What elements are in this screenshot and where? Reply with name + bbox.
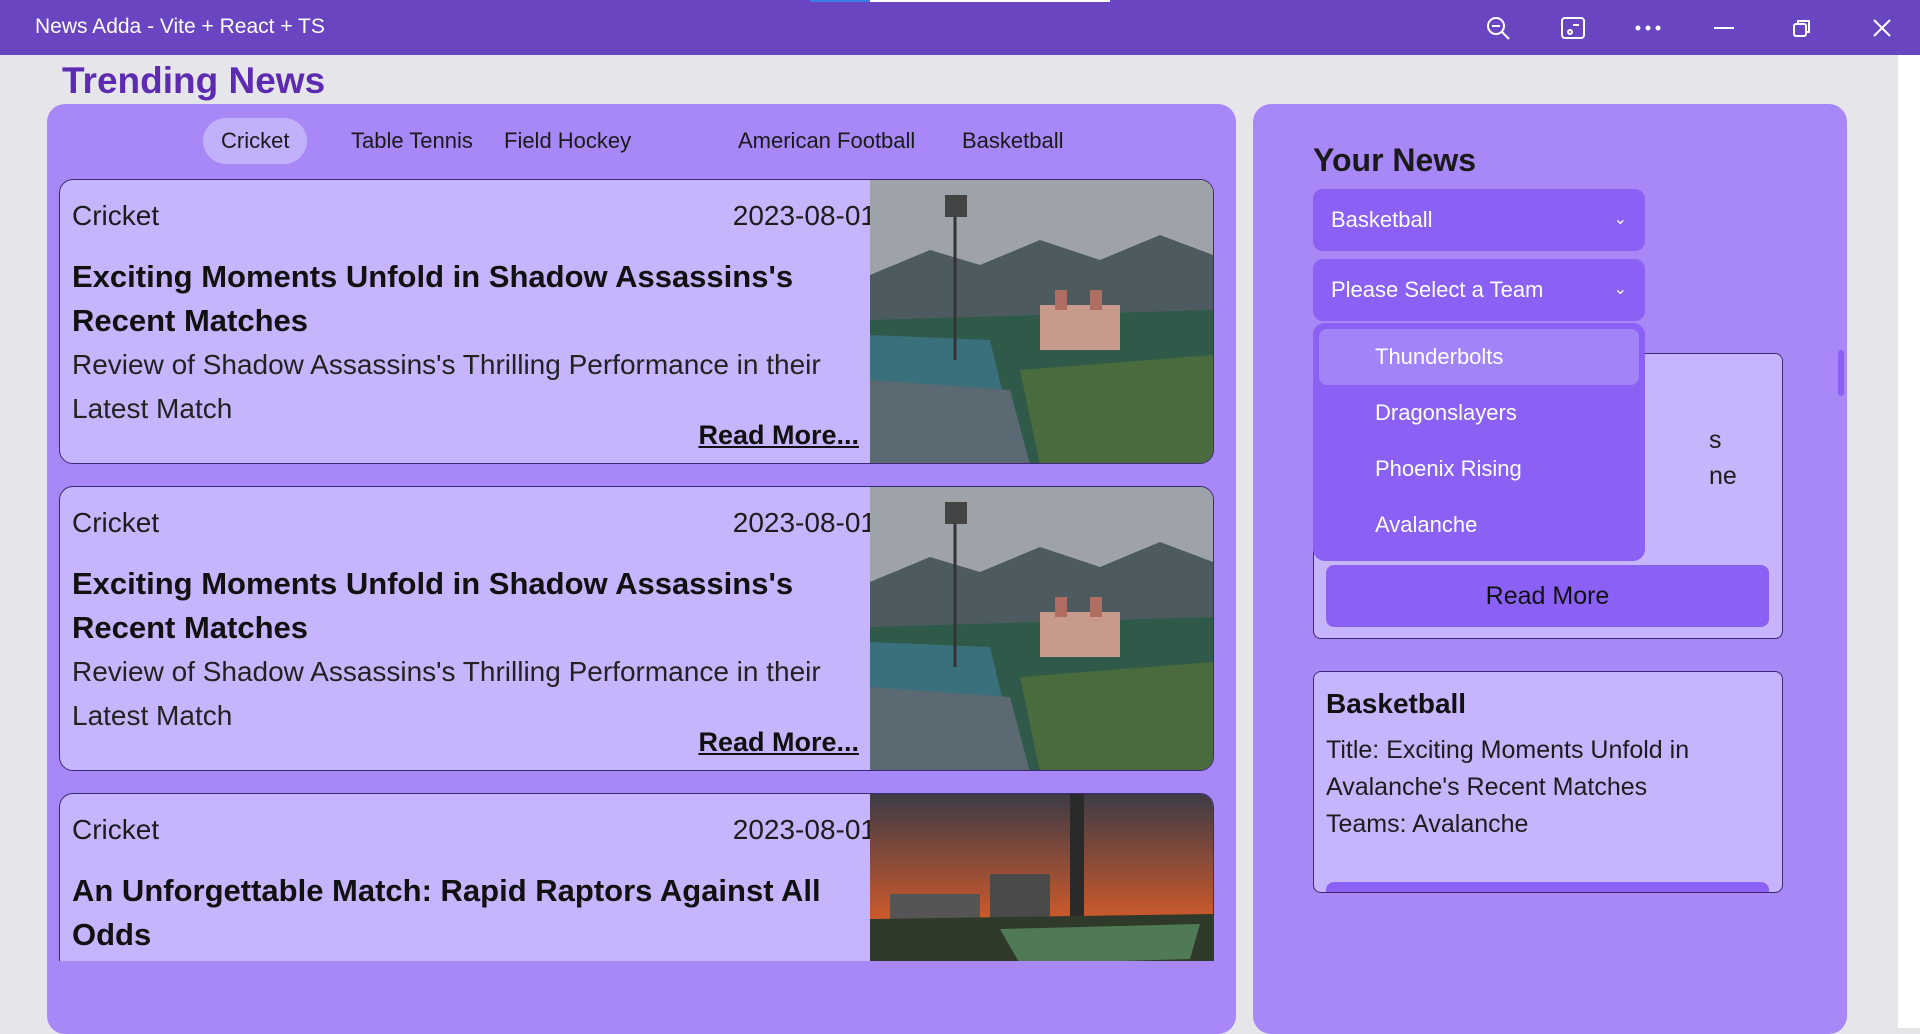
news-list[interactable]: Cricket 2023-08-01 Exciting Moments Unfo…	[59, 179, 1217, 961]
news-category: Cricket	[72, 200, 160, 231]
sport-select-value: Basketball	[1331, 207, 1433, 232]
cast-icon[interactable]	[1557, 12, 1589, 44]
window-title: News Adda - Vite + React + TS	[35, 15, 325, 38]
restore-icon[interactable]	[1786, 12, 1818, 44]
tab-strip-active	[870, 0, 1110, 2]
read-more-button[interactable]: Read More	[1326, 565, 1769, 627]
news-date: 2023-08-01	[732, 814, 876, 845]
card-text-fragment: ne	[1709, 462, 1737, 490]
stadium-photo	[870, 487, 1213, 770]
news-category: Cricket	[72, 814, 160, 845]
zoom-icon[interactable]	[1482, 12, 1514, 44]
news-headline: Exciting Moments Unfold in Shadow Assass…	[72, 566, 794, 645]
news-description: Review of Shadow Assassins's Thrilling P…	[72, 656, 821, 731]
window-scrollbar-track[interactable]	[1898, 55, 1920, 1028]
your-news-scrollbar[interactable]	[1838, 350, 1844, 396]
trending-news-panel: Cricket Table Tennis Field Hockey Americ…	[47, 104, 1279, 1034]
your-news-card: Basketball Title: Exciting Moments Unfol…	[1313, 671, 1783, 893]
news-headline: An Unforgettable Match: Rapid Raptors Ag…	[72, 873, 821, 952]
news-card: Cricket 2023-08-01 Exciting Moments Unfo…	[59, 486, 1214, 771]
news-headline: Exciting Moments Unfold in Shadow Assass…	[72, 259, 794, 338]
card-sport: Basketball	[1326, 688, 1467, 719]
card-teams-line: Teams: Avalanche	[1326, 810, 1529, 838]
team-option-thunderbolts[interactable]: Thunderbolts	[1319, 329, 1639, 385]
tab-field-hockey[interactable]: Field Hockey	[486, 118, 649, 164]
more-icon[interactable]	[1632, 12, 1664, 44]
read-more-button[interactable]	[1326, 882, 1769, 892]
chevron-down-icon: ⌄	[1613, 211, 1627, 228]
page-title: Trending News	[62, 60, 326, 101]
news-card: Cricket 2023-08-01 An Unforgettable Matc…	[59, 793, 1214, 961]
news-date: 2023-08-01	[732, 507, 876, 538]
team-option-dragonslayers[interactable]: Dragonslayers	[1319, 385, 1639, 441]
tab-cricket[interactable]: Cricket	[203, 118, 308, 164]
minimize-icon[interactable]	[1708, 12, 1740, 44]
team-select[interactable]: Please Select a Team ⌄	[1313, 259, 1645, 321]
news-card: Cricket 2023-08-01 Exciting Moments Unfo…	[59, 179, 1214, 464]
card-title-line: Title: Exciting Moments Unfold in Avalan…	[1326, 736, 1690, 801]
title-bar: News Adda - Vite + React + TS	[0, 0, 1920, 55]
stadium-photo	[870, 180, 1213, 463]
tab-strip-accent	[810, 0, 870, 2]
sunset-stadium-photo	[870, 794, 1213, 961]
tab-table-tennis[interactable]: Table Tennis	[333, 118, 491, 164]
card-text-fragment: s	[1709, 426, 1722, 454]
sport-select[interactable]: Basketball ⌄	[1313, 189, 1645, 251]
news-date: 2023-08-01	[732, 200, 876, 231]
read-more-link[interactable]: Read More...	[698, 727, 859, 758]
close-icon[interactable]	[1866, 12, 1898, 44]
read-more-link[interactable]: Read More...	[698, 420, 859, 451]
your-news-title: Your News	[1313, 142, 1476, 178]
team-option-phoenix-rising[interactable]: Phoenix Rising	[1319, 441, 1639, 497]
tab-basketball[interactable]: Basketball	[944, 118, 1082, 164]
your-news-panel: Your News Basketball ⌄ Please Select a T…	[1253, 104, 1847, 1034]
team-option-avalanche[interactable]: Avalanche	[1319, 497, 1639, 553]
sport-tabs: Cricket Table Tennis Field Hockey Americ…	[47, 118, 1236, 166]
team-dropdown-menu: Thunderbolts Dragonslayers Phoenix Risin…	[1313, 323, 1645, 561]
news-description: Review of Shadow Assassins's Thrilling P…	[72, 349, 821, 424]
team-select-placeholder: Please Select a Team	[1331, 277, 1544, 302]
news-category: Cricket	[72, 507, 160, 538]
chevron-down-icon: ⌄	[1613, 281, 1627, 298]
tab-american-football[interactable]: American Football	[720, 118, 933, 164]
